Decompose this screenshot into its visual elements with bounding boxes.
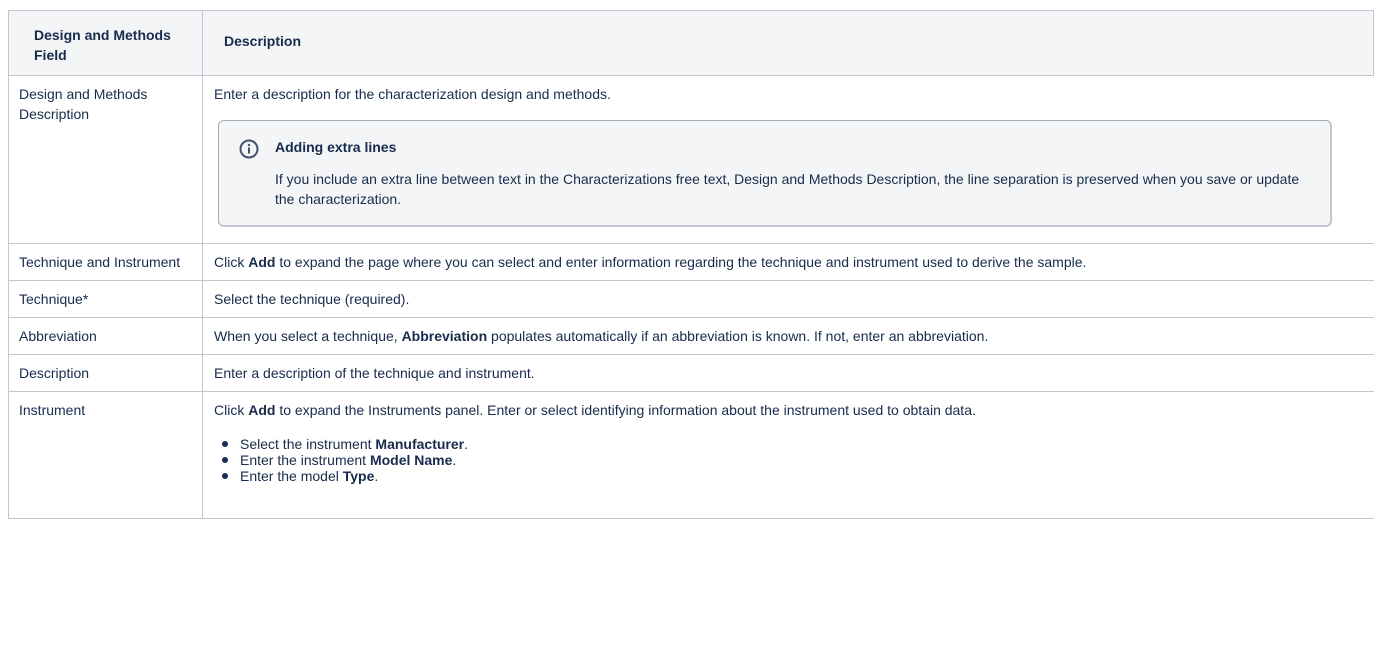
field-cell: Design and Methods Description bbox=[8, 75, 203, 244]
description-text-part: When you select a technique, bbox=[214, 328, 402, 344]
table-row: Technique* Select the technique (require… bbox=[8, 280, 1374, 318]
description-cell: Click Add to expand the Instruments pane… bbox=[202, 391, 1374, 519]
table-row: Design and Methods Description Enter a d… bbox=[8, 75, 1374, 244]
description-text: Click Add to expand the Instruments pane… bbox=[214, 400, 1364, 420]
list-item: Enter the instrument Model Name. bbox=[222, 452, 1364, 468]
description-text-part: Click bbox=[214, 402, 249, 418]
list-item-text: . bbox=[374, 468, 379, 484]
bullet-icon bbox=[222, 473, 228, 479]
list-item-text: Enter the model bbox=[240, 468, 343, 484]
abbreviation-keyword: Abbreviation bbox=[401, 328, 488, 344]
list-item-text: . bbox=[452, 452, 457, 468]
description-cell: Click Add to expand the page where you c… bbox=[202, 243, 1374, 281]
list-item-bold: Model Name bbox=[369, 452, 453, 468]
description-text: Enter a description for the characteriza… bbox=[214, 86, 611, 102]
bullet-icon bbox=[222, 441, 228, 447]
header-field: Design and Methods Field bbox=[8, 10, 203, 76]
table-row: Description Enter a description of the t… bbox=[8, 354, 1374, 392]
design-methods-table: Design and Methods Field Description Des… bbox=[8, 10, 1374, 519]
table-row: Instrument Click Add to expand the Instr… bbox=[8, 391, 1374, 519]
description-cell: Select the technique (required). bbox=[202, 280, 1374, 318]
list-item-bold: Manufacturer bbox=[375, 436, 465, 452]
table-header-row: Design and Methods Field Description bbox=[8, 10, 1374, 76]
description-cell: Enter a description for the characteriza… bbox=[202, 75, 1374, 244]
description-text-part: to expand the page where you can select … bbox=[275, 254, 1087, 270]
add-keyword: Add bbox=[248, 402, 276, 418]
field-cell: Instrument bbox=[8, 391, 203, 519]
table-row: Abbreviation When you select a technique… bbox=[8, 317, 1374, 355]
field-cell: Technique* bbox=[8, 280, 203, 318]
info-body: If you include an extra line between tex… bbox=[275, 171, 1300, 207]
list-item-text: . bbox=[464, 436, 468, 452]
list-item-text: Select the instrument bbox=[240, 436, 376, 452]
add-keyword: Add bbox=[248, 254, 276, 270]
list-item: Select the instrument Manufacturer. bbox=[222, 436, 1364, 452]
description-text-part: Click bbox=[214, 254, 249, 270]
list-item-bold: Type bbox=[342, 468, 375, 484]
info-title: Adding extra lines bbox=[275, 139, 397, 155]
description-cell: Enter a description of the technique and… bbox=[202, 354, 1374, 392]
list-item-text: Enter the instrument bbox=[240, 452, 370, 468]
info-panel: Adding extra lines If you include an ext… bbox=[218, 120, 1332, 227]
field-cell: Description bbox=[8, 354, 203, 392]
field-cell: Technique and Instrument bbox=[8, 243, 203, 281]
description-text-part: populates automatically if an abbreviati… bbox=[487, 328, 989, 344]
instrument-bullet-list: Select the instrument Manufacturer. Ente… bbox=[214, 436, 1364, 484]
bullet-icon bbox=[222, 457, 228, 463]
description-cell: When you select a technique, Abbreviatio… bbox=[202, 317, 1374, 355]
description-text-part: to expand the Instruments panel. Enter o… bbox=[275, 402, 976, 418]
field-cell: Abbreviation bbox=[8, 317, 203, 355]
info-icon bbox=[239, 139, 259, 159]
header-description: Description bbox=[202, 10, 1374, 76]
table-row: Technique and Instrument Click Add to ex… bbox=[8, 243, 1374, 281]
list-item: Enter the model Type. bbox=[222, 468, 1364, 484]
